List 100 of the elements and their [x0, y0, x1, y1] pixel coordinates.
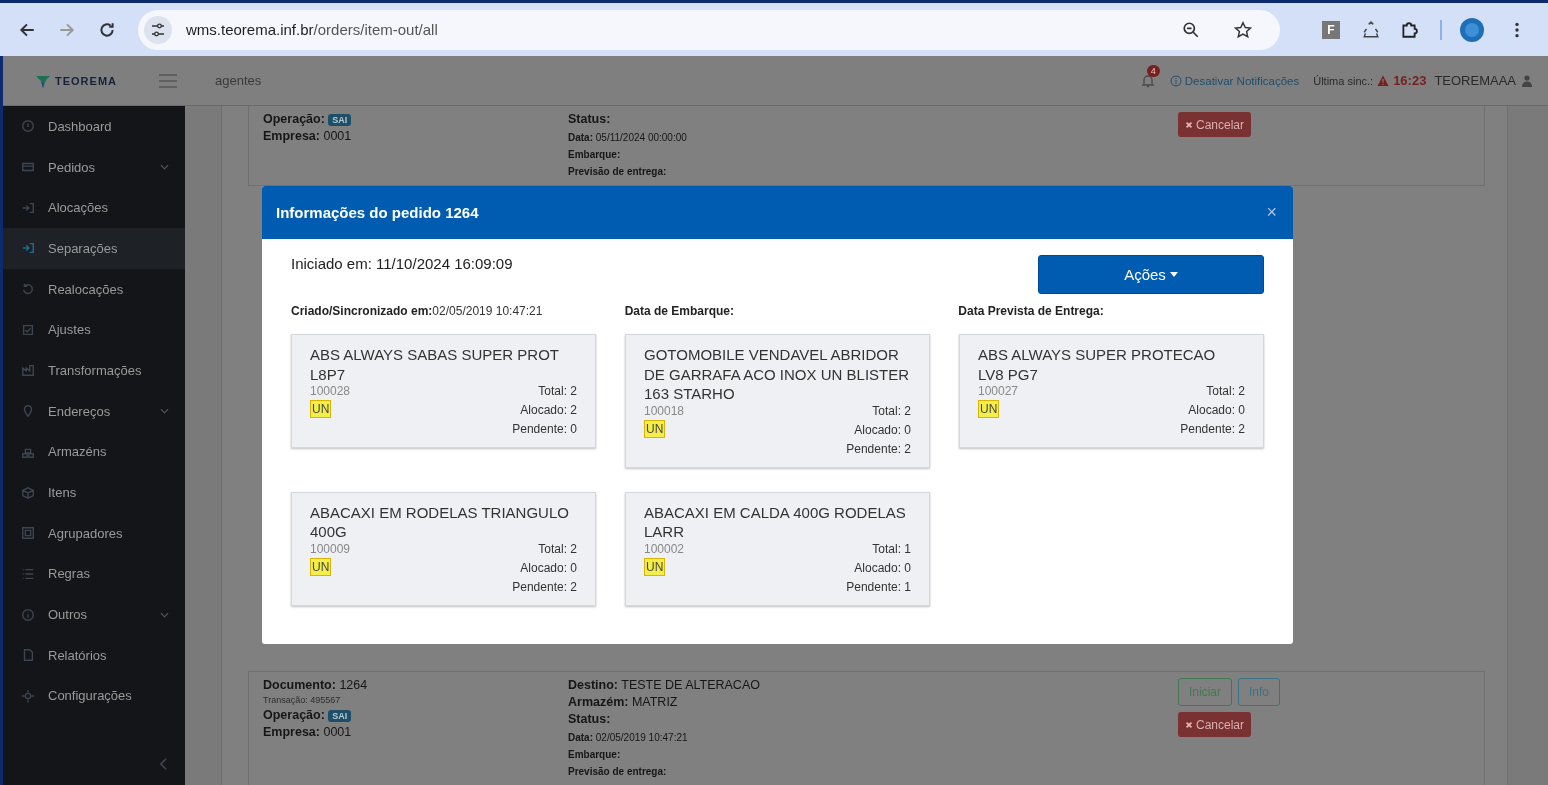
- order-field: Embarque:: [568, 746, 1178, 760]
- unit-badge: UN: [310, 400, 332, 418]
- menu-item-icon: [21, 363, 35, 378]
- star-icon[interactable]: [1234, 20, 1252, 39]
- order-date-field: Data Prevista de Entrega:: [958, 304, 1264, 318]
- pending-quantity: Pendente: 2: [846, 441, 911, 456]
- sync-time: 16:23: [1393, 73, 1427, 88]
- sidebar-item[interactable]: Ajustes: [3, 309, 185, 351]
- total-quantity: Total: 2: [538, 384, 577, 398]
- sidebar-item[interactable]: Alocações: [3, 187, 185, 229]
- order-field: Empresa: 0001: [263, 725, 568, 739]
- item-code: 100018: [644, 403, 685, 418]
- item-name: GOTOMOBILE VENDAVEL ABRIDOR DE GARRAFA ACO INOX UN BLISTER 163 STARHO: [644, 345, 911, 404]
- order-field: Previsão de entrega:: [568, 163, 1178, 177]
- unit-badge: UN: [644, 419, 666, 438]
- operation-label: Operação: SAI: [263, 708, 568, 722]
- order-field: Documento: 1264: [263, 678, 568, 692]
- item-code: 100027: [978, 384, 1019, 398]
- total-quantity: Total: 2: [872, 403, 911, 418]
- menu-item-icon: [21, 688, 35, 703]
- zoom-out-icon[interactable]: [1182, 20, 1200, 39]
- warning-icon: [1377, 74, 1390, 87]
- page-title: agentes: [215, 73, 262, 88]
- sidebar-item[interactable]: Separações: [3, 228, 185, 269]
- total-quantity: Total: 2: [1206, 384, 1245, 398]
- menu-item-icon: [21, 526, 35, 541]
- order-field: Transação: 495567: [263, 695, 568, 705]
- sidebar-item[interactable]: Regras: [3, 553, 185, 595]
- sidebar-item[interactable]: Transformações: [3, 350, 185, 391]
- cancel-button[interactable]: Cancelar: [1178, 712, 1252, 737]
- menu-item-icon: [21, 241, 35, 256]
- operation-badge: SAI: [328, 710, 352, 722]
- sync-label: Última sinc.:: [1313, 74, 1374, 87]
- sidebar-item[interactable]: Configurações: [3, 675, 185, 717]
- item-code: 100002: [644, 541, 685, 556]
- sidebar-item[interactable]: Dashboard: [3, 106, 185, 147]
- order-field: Previsão de entrega:: [568, 763, 1178, 777]
- item-name: ABS ALWAYS SABAS SUPER PROT L8P7: [310, 345, 560, 384]
- close-icon: [1185, 120, 1193, 129]
- allocated-quantity: Alocado: 0: [520, 560, 577, 575]
- unit-badge: UN: [310, 557, 332, 576]
- menu-item-icon: [21, 566, 35, 581]
- extension-icon[interactable]: F: [1322, 20, 1340, 39]
- order-field: Data: 05/11/2024 00:00:00: [568, 129, 1178, 143]
- order-field: Empresa: 0001: [263, 129, 568, 143]
- allocated-quantity: Alocado: 0: [854, 422, 911, 437]
- operation-label: Operação: SAI: [263, 112, 568, 126]
- address-bar[interactable]: wms.teorema.inf.br/orders/item-out/all: [138, 9, 1280, 50]
- sidebar-item[interactable]: Realocações: [3, 268, 185, 310]
- logo-text: TEOREMA: [55, 74, 117, 87]
- sidebar-item[interactable]: Endereços: [3, 390, 185, 432]
- sidebar-item[interactable]: Outros: [3, 594, 185, 635]
- item-code: 100028: [310, 384, 351, 398]
- total-quantity: Total: 2: [538, 541, 577, 556]
- close-icon: [1185, 720, 1193, 729]
- info-icon: [1169, 74, 1182, 87]
- sidebar-item[interactable]: Itens: [3, 472, 185, 513]
- extensions-puzzle-icon[interactable]: [1400, 20, 1418, 39]
- allocated-quantity: Alocado: 0: [1188, 403, 1245, 417]
- actions-button[interactable]: Ações: [1038, 255, 1264, 294]
- order-date-field: Criado/Sincronizado em:02/05/2019 10:47:21: [291, 304, 597, 318]
- order-field: Destino: TESTE DE ALTERACAO: [568, 678, 1178, 692]
- menu-item-icon: [21, 404, 35, 419]
- reload-icon[interactable]: [98, 20, 116, 39]
- order-date-field: Data de Embarque:: [624, 304, 931, 318]
- operation-badge: SAI: [328, 114, 352, 126]
- user-icon[interactable]: [1522, 74, 1532, 87]
- order-field: Armazém: MATRIZ: [568, 695, 1178, 709]
- unit-badge: UN: [644, 557, 666, 576]
- order-field: Status:: [568, 112, 1178, 126]
- sidebar-item[interactable]: Armazéns: [3, 431, 185, 473]
- item-code: 100009: [310, 541, 351, 556]
- started-at: Iniciado em: 11/10/2024 16:09:09: [291, 255, 513, 272]
- total-quantity: Total: 1: [872, 541, 911, 556]
- url-text: wms.teorema.inf.br/orders/item-out/all: [186, 21, 439, 38]
- order-field: Embarque:: [568, 146, 1178, 160]
- user-name[interactable]: TEOREMAAA: [1434, 73, 1516, 88]
- item-name: ABS ALWAYS SUPER PROTECAO LV8 PG7: [978, 345, 1217, 384]
- cancel-button[interactable]: Cancelar: [1178, 112, 1252, 137]
- menu-item-icon: [21, 607, 35, 622]
- notification-count: 4: [1146, 64, 1160, 77]
- close-button[interactable]: ×: [1264, 202, 1279, 223]
- sidebar-item[interactable]: Agrupadores: [3, 512, 185, 554]
- order-field: Status:: [568, 712, 1178, 726]
- sidebar-item[interactable]: Pedidos: [3, 146, 185, 188]
- caret-icon: [1169, 272, 1178, 277]
- site-settings-icon[interactable]: [144, 15, 172, 44]
- bell-icon[interactable]: [1139, 72, 1156, 89]
- item-name: ABACAXI EM RODELAS TRIANGULO 400G: [310, 502, 570, 542]
- item-name: ABACAXI EM CALDA 400G RODELAS LARR: [644, 502, 907, 542]
- sidebar-item[interactable]: Relatórios: [3, 634, 185, 676]
- pending-quantity: Pendente: 0: [512, 422, 577, 436]
- menu-item-icon: [21, 282, 35, 297]
- menu-item-icon: [21, 648, 35, 663]
- allocated-quantity: Alocado: 0: [854, 560, 911, 575]
- menu-item-icon: [21, 200, 35, 215]
- modal-title: Informações do pedido 1264: [276, 204, 480, 221]
- profile-avatar-icon[interactable]: [1460, 17, 1484, 42]
- pending-quantity: Pendente: 1: [846, 579, 911, 594]
- order-field: Data: 02/05/2019 10:47:21: [568, 729, 1178, 743]
